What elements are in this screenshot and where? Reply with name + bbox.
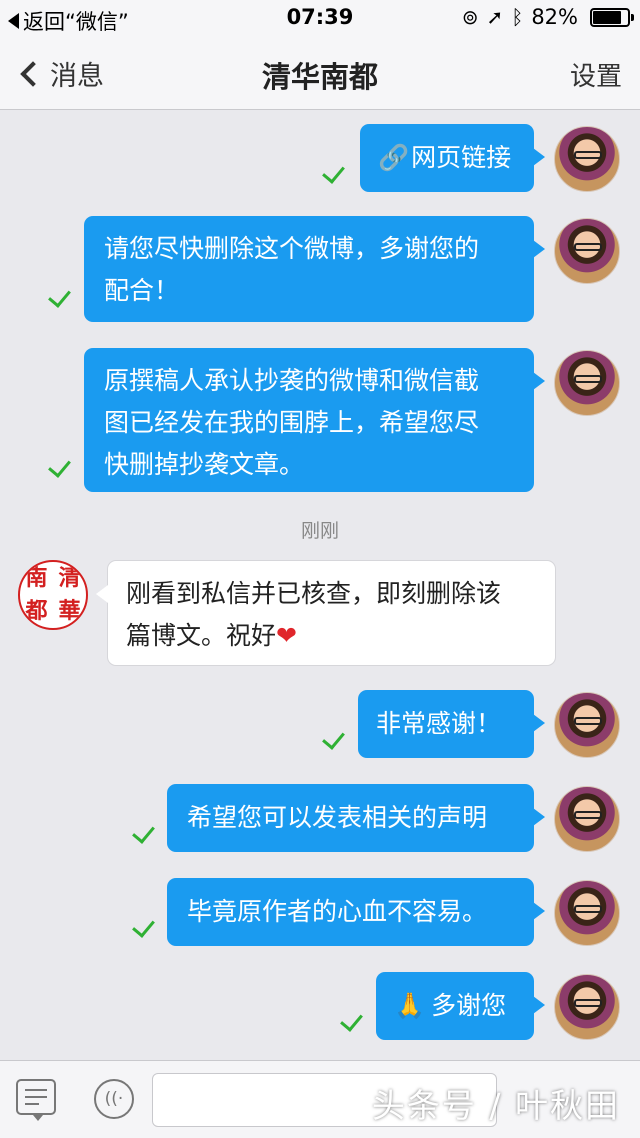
- settings-button[interactable]: 设置: [570, 56, 622, 93]
- read-check-icon: [322, 160, 345, 184]
- seal-char: 都: [25, 598, 48, 624]
- message-text: 毕竟原作者的心血不容易。: [187, 897, 488, 926]
- orientation-lock-icon: ⊚: [461, 5, 479, 29]
- message-bubble[interactable]: 请您尽快删除这个微博，多谢您的 配合！: [84, 216, 545, 322]
- message-text: 多谢您: [431, 991, 507, 1020]
- glasses: [574, 375, 602, 383]
- my-avatar[interactable]: [554, 974, 620, 1040]
- my-avatar[interactable]: [554, 218, 620, 284]
- battery-fill: [593, 10, 621, 24]
- page-title: 清华南都: [261, 60, 378, 94]
- message-text: 网页链接: [411, 143, 512, 172]
- read-check-icon: [340, 1008, 363, 1032]
- message-bubble[interactable]: 非常感谢！: [358, 690, 545, 758]
- seal-char: 南: [25, 565, 48, 591]
- glasses: [574, 999, 602, 1007]
- input-bar: ((· 头条号 / 叶秋田: [0, 1060, 640, 1138]
- bluetooth-icon: ᛒ: [511, 5, 524, 29]
- read-check-icon: [48, 454, 71, 478]
- battery-percent: 82%: [531, 5, 578, 29]
- message-text: 非常感谢！: [376, 709, 502, 738]
- timestamp: 刚刚: [300, 520, 339, 542]
- read-check-icon: [48, 284, 71, 308]
- message-bubble[interactable]: 希望您可以发表相关的声明: [167, 784, 545, 852]
- my-avatar[interactable]: [554, 786, 620, 852]
- nav-bar: 消息 清华南都 设置: [0, 36, 640, 110]
- seal-char: 清: [58, 565, 81, 591]
- message-bubble[interactable]: 原撰稿人承认抄袭的微博和微信截 图已经发在我的围脖上，希望您尽 快删掉抄袭文章。: [84, 348, 545, 492]
- message-line: 图已经发在我的围脖上，希望您尽: [104, 408, 480, 437]
- message-bubble-link[interactable]: 🔗网页链接: [360, 124, 545, 192]
- my-avatar[interactable]: [554, 126, 620, 192]
- seal-char: 華: [58, 598, 81, 624]
- glasses: [574, 811, 602, 819]
- message-bubble-incoming[interactable]: 刚看到私信并已核查，即刻删除该 篇博文。祝好❤: [96, 560, 556, 666]
- glasses: [574, 905, 602, 913]
- sender-avatar-seal[interactable]: 南 清 都 華: [18, 560, 88, 630]
- message-bubble[interactable]: 🙏 多谢您: [376, 972, 545, 1040]
- my-avatar[interactable]: [554, 880, 620, 946]
- keyboard-toggle-icon[interactable]: [16, 1079, 56, 1121]
- message-bubble[interactable]: 毕竟原作者的心血不容易。: [167, 878, 545, 946]
- link-icon: 🔗: [378, 143, 410, 172]
- message-line: 请您尽快删除这个微博，多谢您的: [104, 234, 480, 263]
- praying-hands-icon: 🙏: [394, 991, 426, 1020]
- message-line: 配合！: [104, 276, 180, 305]
- location-icon: ➚: [486, 5, 504, 29]
- watermark: 头条号 / 叶秋田: [371, 1086, 620, 1125]
- message-line: 原撰稿人承认抄袭的微博和微信截: [104, 366, 480, 395]
- message-line: 快删掉抄袭文章。: [104, 450, 305, 479]
- read-check-icon: [132, 820, 155, 844]
- battery-icon: [590, 7, 634, 27]
- my-avatar[interactable]: [554, 692, 620, 758]
- glasses: [574, 717, 602, 725]
- read-check-icon: [132, 914, 155, 938]
- read-check-icon: [322, 726, 345, 750]
- message-list[interactable]: 🔗网页链接 请您尽快删除这个微博，多谢您的 配合！ 原撰稿人承认抄袭的微博和微信…: [0, 110, 640, 1060]
- status-bar: 返回“微信” 07:39 ⊚ ➚ ᛒ 82%: [0, 0, 640, 36]
- message-text: 希望您可以发表相关的声明: [187, 803, 488, 832]
- message-line: 刚看到私信并已核查，即刻删除该: [126, 579, 502, 608]
- voice-input-icon[interactable]: ((·: [94, 1079, 134, 1119]
- glasses: [574, 243, 602, 251]
- message-line: 篇博文。祝好: [126, 621, 277, 650]
- my-avatar[interactable]: [554, 350, 620, 416]
- glasses: [574, 151, 602, 159]
- heart-icon: ❤: [276, 621, 297, 650]
